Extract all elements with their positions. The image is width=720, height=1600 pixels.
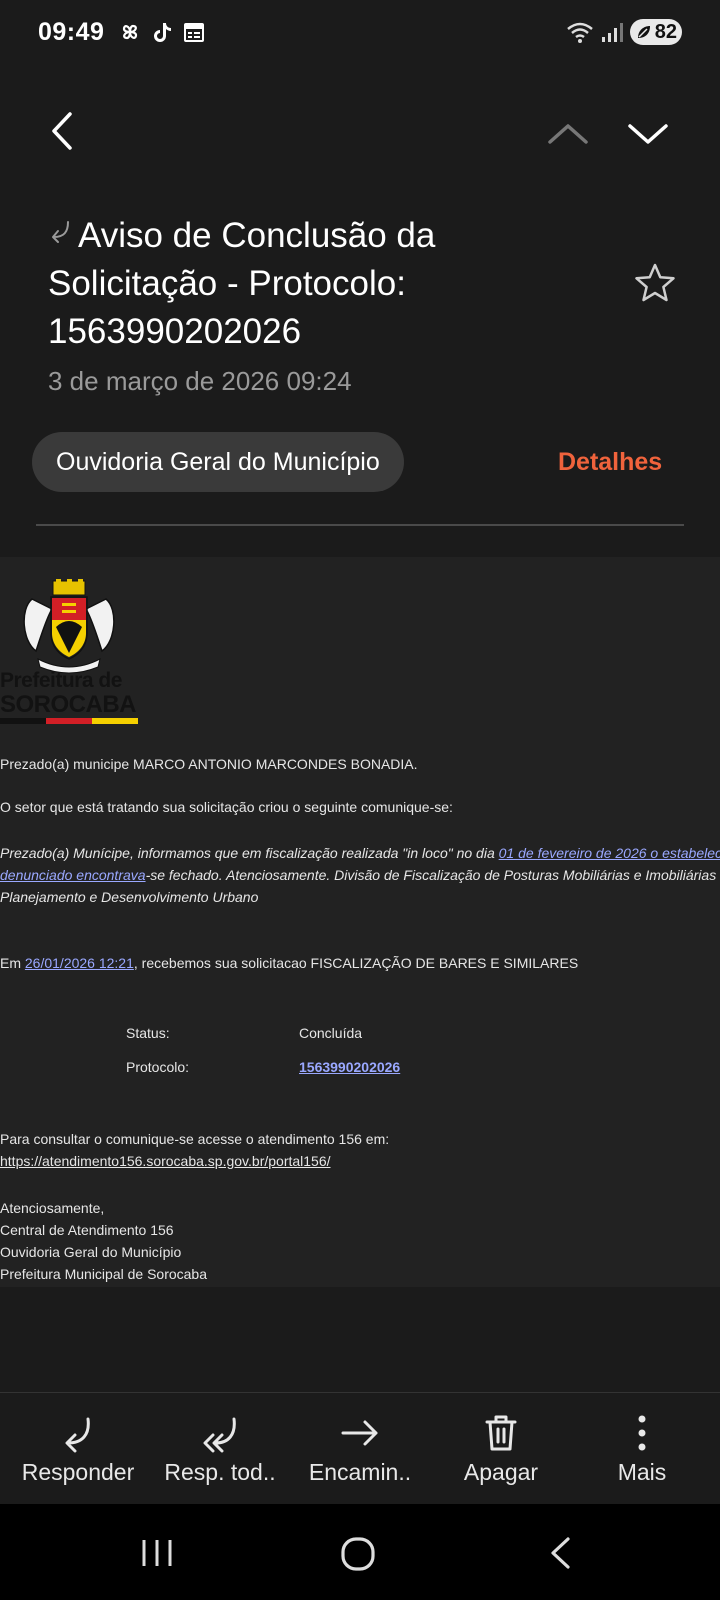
email-subject: Aviso de Conclusão da Solicitação - Prot…	[48, 212, 608, 356]
system-nav-bar	[0, 1504, 720, 1600]
battery-saver-icon	[638, 26, 650, 38]
message-line-3: Planejamento e Desenvolvimento Urbano	[0, 889, 259, 905]
chevron-up-icon[interactable]	[546, 120, 590, 148]
message-text-1: Prezado(a) Munícipe, informamos que em f…	[0, 845, 499, 861]
battery-indicator: 82	[630, 19, 682, 45]
received-line: Em 26/01/2026 12:21, recebemos sua solic…	[0, 952, 578, 974]
protocol-label: Protocolo:	[126, 1059, 190, 1075]
tiktok-icon	[154, 23, 171, 42]
intro-text: O setor que está tratando sua solicitaçã…	[0, 799, 453, 815]
signature-line-3: Ouvidoria Geral do Município	[0, 1244, 182, 1260]
status-label: Status:	[126, 1025, 170, 1041]
home-icon[interactable]	[340, 1536, 376, 1572]
portal-link[interactable]: https://atendimento156.sorocaba.sp.gov.b…	[0, 1150, 331, 1172]
received-prefix: Em	[0, 955, 25, 971]
star-icon[interactable]	[634, 262, 676, 304]
reply-all-icon	[203, 1417, 236, 1453]
reply-all-button[interactable]: Resp. tod..	[148, 1393, 292, 1505]
battery-level: 82	[654, 20, 677, 43]
status-time: 09:49	[38, 18, 105, 46]
trash-icon	[485, 1415, 517, 1451]
consult-text: Para consultar o comunique-se acesse o a…	[0, 1131, 390, 1147]
signature-line-1: Atenciosamente,	[0, 1200, 105, 1216]
forward-button[interactable]: Encamin..	[288, 1393, 432, 1505]
details-link[interactable]: Detalhes	[558, 448, 662, 477]
action-bar: Responder Resp. tod.. Encamin.. Apagar M…	[0, 1392, 720, 1504]
reply-button[interactable]: Responder	[6, 1393, 150, 1505]
received-date-link[interactable]: 26/01/2026 12:21	[25, 955, 134, 971]
email-body: Prefeitura de SOROCABA Prezado(a) munici…	[0, 557, 720, 1287]
recent-apps-icon[interactable]	[140, 1538, 174, 1568]
message-text-2: -se fechado. Atenciosamente. Divisão de …	[145, 867, 720, 883]
back-nav-icon[interactable]	[548, 1536, 572, 1570]
reply-all-label: Resp. tod..	[164, 1459, 276, 1485]
message-line-1: Prezado(a) Munícipe, informamos que em f…	[0, 842, 720, 864]
brand-color-bar	[0, 718, 138, 724]
status-value: Concluída	[299, 1025, 363, 1041]
date-link-2[interactable]: denunciado encontrava	[0, 867, 146, 883]
chevron-down-icon[interactable]	[626, 120, 670, 148]
signature-line-4: Prefeitura Municipal de Sorocaba	[0, 1266, 208, 1282]
date-link-1[interactable]: 01 de fevereiro de 2026 o estabelecime	[499, 845, 720, 861]
signature-line-2: Central de Atendimento 156	[0, 1222, 174, 1238]
replied-icon	[52, 221, 69, 243]
sender-chip[interactable]: Ouvidoria Geral do Município	[32, 432, 404, 492]
forward-arrow-icon	[341, 1420, 378, 1446]
reply-icon	[65, 1417, 90, 1453]
more-label: Mais	[617, 1459, 667, 1485]
signal-icon	[602, 23, 623, 42]
email-date: 3 de março de 2026 09:24	[48, 366, 352, 396]
message-line-2: denunciado encontrava-se fechado. Atenci…	[0, 864, 720, 886]
received-suffix: , recebemos sua solicitacao FISCALIZAÇÃO…	[133, 955, 579, 971]
pinwheel-icon	[122, 24, 138, 40]
wifi-icon	[567, 22, 593, 43]
protocol-link[interactable]: 1563990202026	[299, 1059, 400, 1075]
header-divider	[36, 524, 684, 526]
sorocaba-crest-logo	[23, 579, 115, 674]
more-vertical-icon	[638, 1415, 646, 1451]
reply-label: Responder	[21, 1459, 135, 1485]
chevron-left-icon[interactable]	[44, 110, 80, 152]
delete-button[interactable]: Apagar	[429, 1393, 573, 1505]
subject-text: Aviso de Conclusão da Solicitação - Prot…	[48, 216, 436, 351]
brand-line-2: SOROCABA	[0, 691, 137, 718]
status-bar: 09:49 82	[0, 0, 720, 66]
forward-label: Encamin..	[308, 1459, 412, 1485]
delete-label: Apagar	[463, 1459, 539, 1485]
brand-line-1: Prefeitura de	[0, 669, 122, 692]
more-button[interactable]: Mais	[570, 1393, 714, 1505]
greeting-text: Prezado(a) municipe MARCO ANTONIO MARCON…	[0, 756, 418, 772]
calendar-icon	[184, 23, 204, 42]
